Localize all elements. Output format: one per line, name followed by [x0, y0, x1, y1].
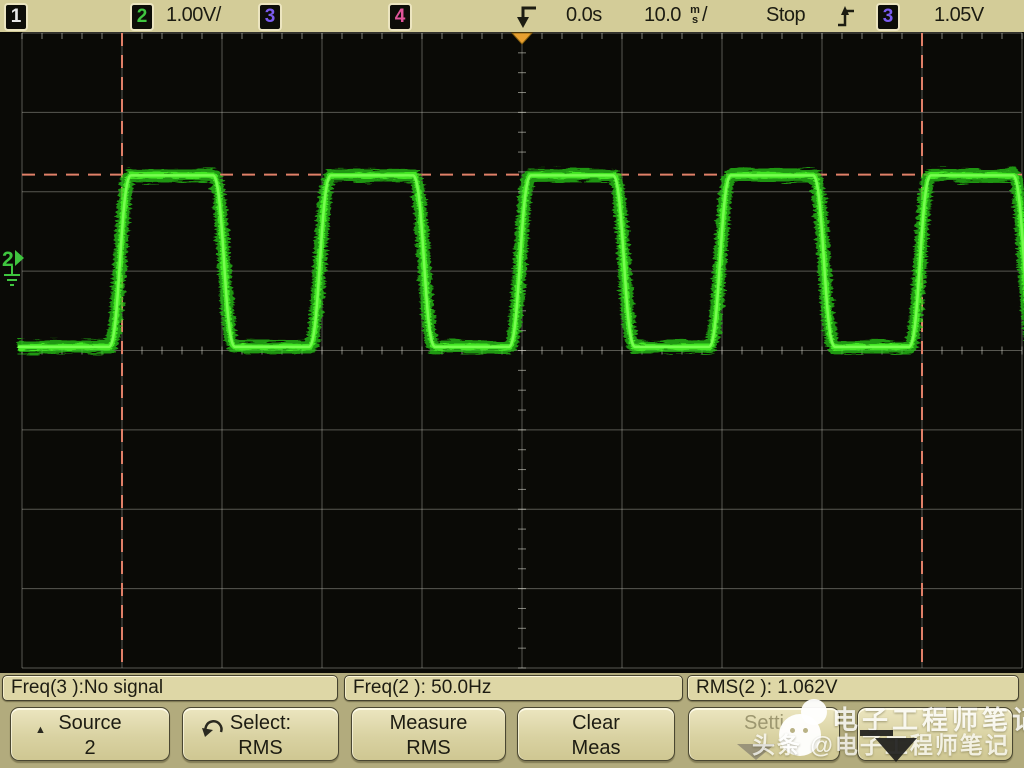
channel-1-badge: 1 [4, 3, 28, 31]
trigger-slope-rising-icon [836, 3, 856, 29]
measurement-rms2: RMS(2 ): 1.062V [687, 675, 1019, 701]
softkey-clear-value: Meas [518, 736, 674, 761]
channel-4-badge: 4 [388, 3, 412, 31]
channel-3-badge: 3 [258, 3, 282, 31]
delay-time-readout: 0.0s [566, 4, 602, 27]
softkey-settings-label: Setti [744, 712, 784, 734]
softkey-select[interactable]: Select: RMS [182, 707, 339, 761]
rotate-knob-icon [201, 716, 227, 740]
softkey-more[interactable] [857, 707, 1013, 761]
softkey-measure-value: RMS [352, 736, 505, 761]
run-state: Stop [766, 4, 805, 27]
time-reference-arrow-icon [510, 4, 538, 31]
bottom-panel: Freq(3 ):No signal Freq(2 ): 50.0Hz RMS(… [0, 673, 1024, 768]
top-readout-bar: 1 2 1.00V/ 3 4 0.0s 10.0 m s / Stop 3 1.… [0, 0, 1024, 32]
timebase-slash: / [702, 4, 707, 27]
channel-2-scale: 1.00V/ [166, 4, 221, 27]
softkey-source-label: Source [58, 712, 121, 734]
softkey-measure-label: Measure [390, 712, 468, 734]
trigger-position-marker [512, 33, 532, 44]
timebase-readout: 10.0 [644, 4, 681, 27]
channel-2-badge: 2 [130, 3, 154, 31]
waveform-display-area: 2 [0, 32, 1024, 673]
measurement-freq2: Freq(2 ): 50.0Hz [344, 675, 683, 701]
softkey-select-label: Select: [230, 712, 291, 734]
measurement-freq3: Freq(3 ):No signal [2, 675, 338, 701]
trigger-level-readout: 1.05V [934, 4, 984, 27]
ch2-ground-marker: 2 [2, 248, 24, 285]
softkey-measure[interactable]: Measure RMS [351, 707, 506, 761]
down-triangle-icon [737, 744, 775, 760]
softkey-clear-meas[interactable]: Clear Meas [517, 707, 675, 761]
timebase-unit: m s [689, 5, 701, 25]
trigger-source-badge: 3 [876, 3, 900, 31]
ch2-trace-group [18, 175, 1024, 347]
up-triangle-icon: ▲ [35, 718, 46, 743]
timebase-unit-s: s [692, 14, 698, 26]
softkey-source[interactable]: ▲ Source 2 [10, 707, 170, 761]
scope-display: 2 [0, 32, 1024, 673]
oscilloscope-screenshot: 1 2 1.00V/ 3 4 0.0s 10.0 m s / Stop 3 1.… [0, 0, 1024, 768]
softkey-settings[interactable]: Setti [688, 707, 840, 761]
ch2-marker-arrow-icon [15, 250, 24, 266]
softkey-clear-label: Clear [572, 712, 620, 734]
